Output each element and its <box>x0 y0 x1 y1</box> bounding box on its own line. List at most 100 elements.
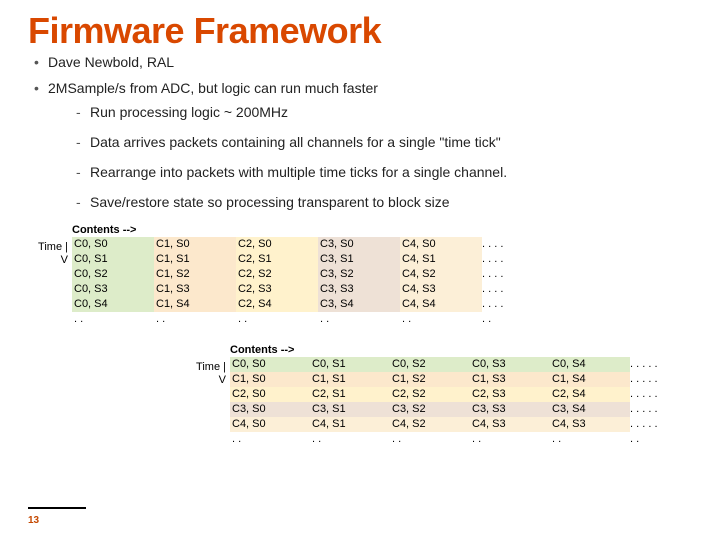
ellipsis: . . . . <box>482 282 516 297</box>
table-row: C1, S0 C1, S1 C1, S2 C1, S3 C1, S4 . . .… <box>230 372 664 387</box>
cell: C4, S1 <box>400 252 482 267</box>
cell: C0, S2 <box>390 357 470 372</box>
sub-bullet-list: Run processing logic ~ 200MHz Data arriv… <box>76 104 692 210</box>
cell: C2, S2 <box>390 387 470 402</box>
more-dots: . . <box>390 432 470 447</box>
cell: C2, S0 <box>236 237 318 252</box>
cell: C4, S2 <box>390 417 470 432</box>
cell: C0, S1 <box>310 357 390 372</box>
cell: C0, S2 <box>72 267 154 282</box>
more-dots: . . <box>72 312 154 327</box>
slide-title: Firmware Framework <box>28 10 692 52</box>
ellipsis: . . . . <box>482 267 516 282</box>
more-dots: . . <box>230 432 310 447</box>
ellipsis: . . . . . <box>630 357 664 372</box>
cell: C3, S4 <box>550 402 630 417</box>
cell: C1, S2 <box>154 267 236 282</box>
sub-bullet-3: Rearrange into packets with multiple tim… <box>76 164 692 180</box>
cell: C2, S1 <box>310 387 390 402</box>
table-more-row: . . . . . . . . . . . . <box>72 312 516 327</box>
cell: C3, S0 <box>318 237 400 252</box>
ellipsis: . . . . <box>482 252 516 267</box>
cell: C3, S0 <box>230 402 310 417</box>
ellipsis: . . . . <box>482 237 516 252</box>
cell: C4, S2 <box>400 267 482 282</box>
table-row: C0, S1 C1, S1 C2, S1 C3, S1 C4, S1 . . .… <box>72 252 516 267</box>
cell: C1, S2 <box>390 372 470 387</box>
ellipsis: . . . . . <box>630 402 664 417</box>
cell: C1, S1 <box>154 252 236 267</box>
ellipsis: . . . . . <box>630 387 664 402</box>
cell: C2, S3 <box>236 282 318 297</box>
cell: C2, S2 <box>236 267 318 282</box>
bullet-main: 2MSample/s from ADC, but logic can run m… <box>34 80 692 210</box>
cell: C4, S4 <box>400 297 482 312</box>
table-row: C3, S0 C3, S1 C3, S2 C3, S3 C3, S4 . . .… <box>230 402 664 417</box>
cell: C2, S3 <box>470 387 550 402</box>
time-text: Time | <box>168 361 226 374</box>
slide: Firmware Framework Dave Newbold, RAL 2MS… <box>0 0 720 540</box>
sub-bullet-1: Run processing logic ~ 200MHz <box>76 104 692 120</box>
more-dots: . . <box>482 312 516 327</box>
table-row: C4, S0 C4, S1 C4, S2 C4, S3 C4, S3 . . .… <box>230 417 664 432</box>
more-dots: . . <box>318 312 400 327</box>
table-row: C0, S0 C1, S0 C2, S0 C3, S0 C4, S0 . . .… <box>72 237 516 252</box>
more-dots: . . <box>236 312 318 327</box>
bullet-author: Dave Newbold, RAL <box>34 54 692 70</box>
more-dots: . . <box>400 312 482 327</box>
table-2-grid: Contents --> C0, S0 C0, S1 C0, S2 C0, S3… <box>230 344 664 447</box>
more-dots: . . <box>310 432 390 447</box>
cell: C0, S1 <box>72 252 154 267</box>
cell: C3, S1 <box>310 402 390 417</box>
cell: C0, S0 <box>230 357 310 372</box>
time-label-2: Time | V <box>168 361 226 387</box>
cell: C1, S3 <box>470 372 550 387</box>
table-row: C0, S4 C1, S4 C2, S4 C3, S4 C4, S4 . . .… <box>72 297 516 312</box>
cell: C2, S4 <box>236 297 318 312</box>
cell: C0, S3 <box>72 282 154 297</box>
cell: C0, S4 <box>72 297 154 312</box>
cell: C4, S0 <box>230 417 310 432</box>
ellipsis: . . . . . <box>630 417 664 432</box>
more-dots: . . <box>470 432 550 447</box>
bullet-main-text: 2MSample/s from ADC, but logic can run m… <box>48 80 378 96</box>
cell: C4, S3 <box>470 417 550 432</box>
table-1-grid: Contents --> C0, S0 C1, S0 C2, S0 C3, S0… <box>72 224 516 327</box>
cell: C1, S0 <box>154 237 236 252</box>
cell: C4, S3 <box>400 282 482 297</box>
cell: C4, S1 <box>310 417 390 432</box>
cell: C1, S4 <box>550 372 630 387</box>
table-row: C0, S3 C1, S3 C2, S3 C3, S3 C4, S3 . . .… <box>72 282 516 297</box>
cell: C3, S3 <box>470 402 550 417</box>
ellipsis: . . . . . <box>630 372 664 387</box>
cell: C4, S3 <box>550 417 630 432</box>
cell: C0, S3 <box>470 357 550 372</box>
sub-bullet-4: Save/restore state so processing transpa… <box>76 194 692 210</box>
time-v: V <box>10 254 68 267</box>
cell: C1, S1 <box>310 372 390 387</box>
cell: C3, S2 <box>390 402 470 417</box>
table-row: C0, S0 C0, S1 C0, S2 C0, S3 C0, S4 . . .… <box>230 357 664 372</box>
page-number: 13 <box>28 515 86 526</box>
time-text: Time | <box>10 241 68 254</box>
cell: C1, S4 <box>154 297 236 312</box>
ellipsis: . . . . <box>482 297 516 312</box>
table-row: C0, S2 C1, S2 C2, S2 C3, S2 C4, S2 . . .… <box>72 267 516 282</box>
cell: C2, S4 <box>550 387 630 402</box>
more-dots: . . <box>550 432 630 447</box>
cell: C3, S3 <box>318 282 400 297</box>
more-dots: . . <box>154 312 236 327</box>
table-more-row: . . . . . . . . . . . . <box>230 432 664 447</box>
page-footer: 13 <box>28 507 86 526</box>
footer-rule <box>28 507 86 509</box>
cell: C1, S3 <box>154 282 236 297</box>
cell: C2, S0 <box>230 387 310 402</box>
contents-header-2: Contents --> <box>230 344 664 356</box>
cell: C3, S4 <box>318 297 400 312</box>
contents-header-1: Contents --> <box>72 224 516 236</box>
cell: C3, S1 <box>318 252 400 267</box>
time-label-1: Time | V <box>10 241 68 267</box>
cell: C2, S1 <box>236 252 318 267</box>
cell: C3, S2 <box>318 267 400 282</box>
cell: C0, S4 <box>550 357 630 372</box>
